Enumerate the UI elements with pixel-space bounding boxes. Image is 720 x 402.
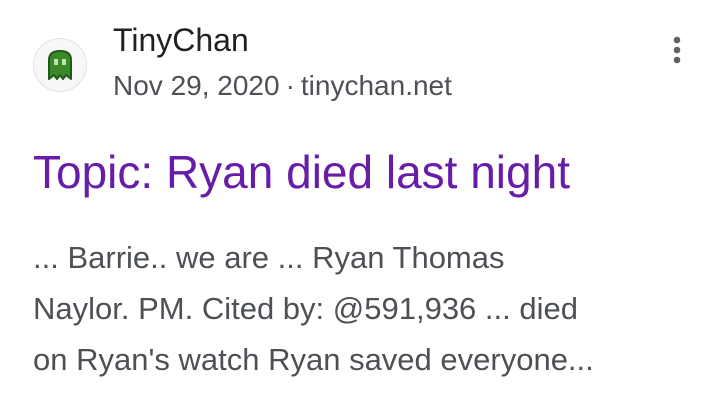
more-vert-icon [673,36,681,64]
result-snippet: ... Barrie.. we are ... Ryan Thomas Nayl… [33,232,683,385]
result-title-link[interactable]: Topic: Ryan died last night [33,144,570,200]
search-result: TinyChan Nov 29, 2020 · tinychan.net Topic… [0,0,720,402]
site-name[interactable]: TinyChan [113,20,249,60]
more-options-button[interactable] [660,30,694,70]
tinychan-logo-icon [48,50,72,80]
result-date: Nov 29, 2020 [113,70,280,101]
snippet-line: Naylor. PM. Cited by: @591,936 ... died [33,291,578,326]
snippet-line: on Ryan's watch Ryan saved everyone... [33,342,594,377]
snippet-line: ... Barrie.. we are ... Ryan Thomas [33,240,505,275]
meta-separator: · [285,70,295,101]
result-domain[interactable]: tinychan.net [301,70,452,101]
site-favicon[interactable] [33,38,87,92]
result-meta: Nov 29, 2020 · tinychan.net [113,67,452,105]
